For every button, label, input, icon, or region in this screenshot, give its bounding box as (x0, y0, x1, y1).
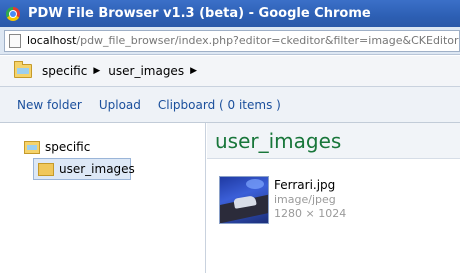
open-folder-icon (24, 140, 40, 154)
url-field[interactable]: localhost /pdw_file_browser/index.php?ed… (4, 29, 460, 52)
toolbar: New folder Upload Clipboard ( 0 items ) (0, 87, 460, 123)
breadcrumb: specific ▶ user_images ▶ (0, 56, 460, 87)
file-type: image/jpeg (274, 193, 336, 206)
folder-icon (38, 162, 54, 176)
url-path: /pdw_file_browser/index.php?editor=ckedi… (76, 34, 459, 47)
file-item[interactable]: Ferrari.jpg image/jpeg 1280 × 1024 (219, 176, 346, 224)
url-host: localhost (27, 34, 77, 47)
folder-tree: specific user_images (0, 123, 206, 273)
tree-item-user-images[interactable]: user_images (33, 158, 135, 180)
breadcrumb-separator-icon: ▶ (190, 66, 197, 76)
upload-button[interactable]: Upload (99, 98, 141, 112)
file-dimensions: 1280 × 1024 (274, 207, 347, 220)
window-titlebar: PDW File Browser v1.3 (beta) - Google Ch… (0, 0, 460, 27)
address-bar: localhost /pdw_file_browser/index.php?ed… (0, 27, 460, 55)
tree-item-label: specific (45, 140, 91, 154)
file-meta: Ferrari.jpg image/jpeg 1280 × 1024 (274, 176, 346, 224)
file-list-panel: user_images Ferrari.jpg image/jpeg 1280 … (207, 123, 460, 273)
tree-item-label: user_images (59, 162, 135, 176)
tree-item-specific[interactable]: specific (24, 140, 90, 154)
breadcrumb-item-user-images[interactable]: user_images (108, 64, 184, 78)
image-thumbnail[interactable] (219, 176, 269, 224)
new-folder-button[interactable]: New folder (17, 98, 82, 112)
window-title: PDW File Browser v1.3 (beta) - Google Ch… (28, 6, 371, 21)
folder-header: user_images (207, 123, 460, 159)
file-name[interactable]: Ferrari.jpg (274, 178, 346, 193)
folder-title: user_images (215, 128, 342, 153)
breadcrumb-item-specific[interactable]: specific (42, 64, 87, 78)
thumbnail-detail (246, 179, 264, 189)
clipboard-button[interactable]: Clipboard ( 0 items ) (158, 98, 281, 112)
chrome-logo-icon (6, 6, 20, 21)
breadcrumb-separator-icon: ▶ (93, 66, 101, 76)
page-icon (9, 33, 21, 48)
open-folder-icon (14, 61, 32, 78)
